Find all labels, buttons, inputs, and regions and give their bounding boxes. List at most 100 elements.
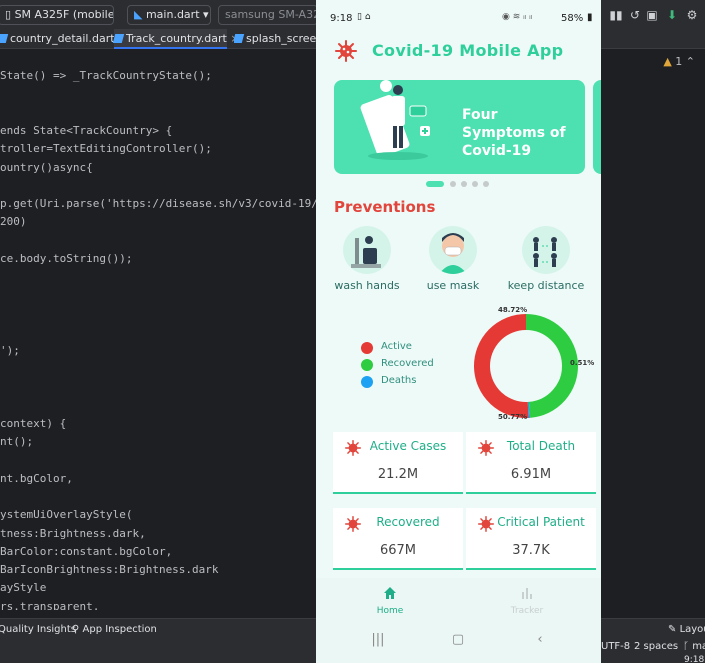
code-line[interactable]: BarColor:constant.bgColor, — [0, 544, 172, 560]
bar-chart-icon — [522, 588, 532, 599]
device-select[interactable]: ▯ SM A325F (mobile) ▾ — [0, 5, 114, 25]
legend-dot — [361, 376, 373, 388]
next-banner-peek[interactable] — [593, 80, 601, 174]
run-config-select[interactable]: ◣ main.dart ▾ — [127, 5, 211, 25]
home-button-icon[interactable]: ▢ — [448, 632, 468, 648]
device-manager-icon[interactable]: ▣ — [644, 6, 660, 24]
donut-slice-recovered — [525, 314, 578, 418]
tab-splash-screen[interactable]: splash_screen.d — [234, 29, 316, 49]
stat-title: Total Death — [506, 439, 576, 453]
dart-file-icon — [112, 34, 125, 43]
legend-label: Recovered — [381, 358, 434, 369]
code-line[interactable]: nt(); — [0, 434, 33, 450]
tool-tab-quality-insights[interactable]: Quality Insights — [0, 619, 76, 641]
stat-value: 21.2M — [377, 467, 419, 482]
virus-icon — [335, 40, 357, 62]
prevention-label: keep distance — [507, 279, 585, 292]
carousel-dot[interactable] — [426, 181, 444, 187]
stat-card-total-death[interactable]: Total Death 6.91M — [466, 432, 596, 494]
stat-title: Active Cases — [369, 439, 447, 453]
code-line[interactable]: State() => _TrackCountryState(); — [0, 68, 212, 84]
restart-icon[interactable]: ↺ — [627, 6, 643, 24]
carousel-dot[interactable] — [472, 181, 478, 187]
carousel-dot[interactable] — [483, 181, 489, 187]
stat-card-recovered[interactable]: Recovered 667M — [333, 508, 463, 570]
warning-indicator[interactable]: ▲ 1 ⌃ — [663, 55, 695, 68]
carousel-dot[interactable] — [450, 181, 456, 187]
notification-icons: ▯ ⌂ — [357, 12, 371, 22]
tab-label: Track_country.dart — [126, 32, 227, 45]
prevention-use-mask[interactable]: use mask — [413, 226, 493, 298]
code-line[interactable]: troller=TextEditingController(); — [0, 141, 212, 157]
recents-icon[interactable]: ||| — [368, 632, 388, 648]
indent-status[interactable]: 2 spaces — [634, 640, 678, 654]
carousel-indicator — [426, 180, 496, 188]
dart-file-icon — [234, 34, 245, 43]
code-line[interactable]: p.get(Uri.parse('https://disease.sh/v3/c… — [0, 196, 316, 212]
nav-home[interactable]: Home — [345, 584, 435, 620]
battery-icon: ▮ — [587, 12, 593, 23]
phone-time: 9:18 — [330, 13, 353, 24]
code-line[interactable]: '); — [0, 343, 20, 359]
code-line[interactable]: ayStyle — [0, 580, 46, 596]
code-line[interactable]: BarIconBrightness:Brightness.dark — [0, 562, 219, 578]
sdk-manager-icon[interactable]: ⬇ — [664, 6, 680, 24]
prevention-label: use mask — [426, 279, 480, 292]
stat-card-critical-patient[interactable]: Critical Patient 37.7K — [466, 508, 596, 570]
code-editor[interactable]: State() => _TrackCountryState();ends Sta… — [0, 50, 316, 610]
stat-title: Critical Patient — [497, 515, 585, 529]
app-title: Covid-19 Mobile App — [372, 41, 564, 60]
wash-hands-icon — [343, 226, 391, 274]
encoding-status[interactable]: UTF-8 — [601, 640, 630, 654]
legend-label: Active — [381, 341, 412, 352]
editor-right-area: ▲ 1 ⌃ — [601, 50, 705, 610]
branch-status[interactable]: ᚴ ma — [683, 640, 705, 654]
code-line[interactable]: rs.transparent, — [0, 599, 99, 610]
warning-count: 1 — [675, 55, 683, 68]
stat-title: Recovered — [376, 515, 440, 529]
donut-slice-active — [474, 314, 529, 418]
tab-track-country[interactable]: Track_country.dart × — [112, 29, 240, 49]
tab-country-detail[interactable]: country_detail.dart — [0, 29, 115, 49]
cases-donut-chart: 48.72% 0.51% 50.77% — [456, 305, 596, 427]
phone-screen: 9:18 ▯ ⌂ ◉ ≋ ᵢₗ ᵢₗ 58% ▮ Covid-19 Mobile… — [316, 0, 601, 663]
code-line[interactable]: ce.body.toString()); — [0, 251, 132, 267]
screen: ▯ SM A325F (mobile) ▾ ◣ main.dart ▾ sams… — [0, 0, 705, 663]
symptoms-banner[interactable]: Four Symptoms of Covid-19 — [334, 80, 585, 174]
branch-label: ma — [692, 641, 705, 652]
stat-card-active-cases[interactable]: Active Cases 21.2M — [333, 432, 463, 494]
tool-tab-label: App Inspection — [82, 624, 157, 635]
prevention-label: wash hands — [334, 279, 400, 292]
back-icon[interactable]: ‹ — [530, 632, 550, 648]
legend-dot — [361, 359, 373, 371]
device-name-select[interactable]: samsung SM-A32 — [218, 5, 318, 25]
code-line[interactable]: 200) — [0, 214, 27, 230]
app-header: Covid-19 Mobile App — [316, 32, 601, 72]
device-name-label: samsung SM-A32 — [225, 8, 318, 21]
stat-value: 667M — [379, 543, 417, 558]
code-line[interactable]: nt.bgColor, — [0, 471, 73, 487]
code-line[interactable]: ystemUiOverlayStyle( — [0, 507, 132, 523]
battery-level: 58% — [561, 13, 584, 24]
settings-icon[interactable]: ⚙ — [684, 6, 700, 24]
prevention-keep-distance[interactable]: keep distance — [506, 226, 586, 298]
deaths-pct-label: 0.51% — [570, 359, 595, 367]
code-line[interactable]: ountry()async{ — [0, 160, 93, 176]
stat-value: 37.7K — [512, 543, 550, 558]
code-line[interactable]: tness:Brightness.dark, — [0, 526, 146, 542]
code-line[interactable]: ends State<TrackCountry> { — [0, 123, 172, 139]
tool-tab-layout[interactable]: ✎ Layou — [668, 619, 705, 641]
tool-tab-app-inspection[interactable]: ⚲ App Inspection — [72, 619, 157, 641]
chevron-down-icon: ▾ — [199, 8, 209, 21]
prevention-wash-hands[interactable]: wash hands — [327, 226, 407, 298]
home-icon — [384, 587, 396, 599]
mask-icon — [429, 226, 477, 274]
carousel-dot[interactable] — [461, 181, 467, 187]
legend-dot — [361, 342, 373, 354]
branch-icon: ᚴ — [683, 641, 693, 652]
pause-icon[interactable]: ▮▮ — [608, 6, 624, 24]
android-navigation-bar: ||| ▢ ‹ — [316, 622, 601, 663]
recovered-pct-label: 48.72% — [498, 306, 528, 314]
nav-tracker[interactable]: Tracker — [482, 584, 572, 620]
code-line[interactable]: context) { — [0, 416, 66, 432]
